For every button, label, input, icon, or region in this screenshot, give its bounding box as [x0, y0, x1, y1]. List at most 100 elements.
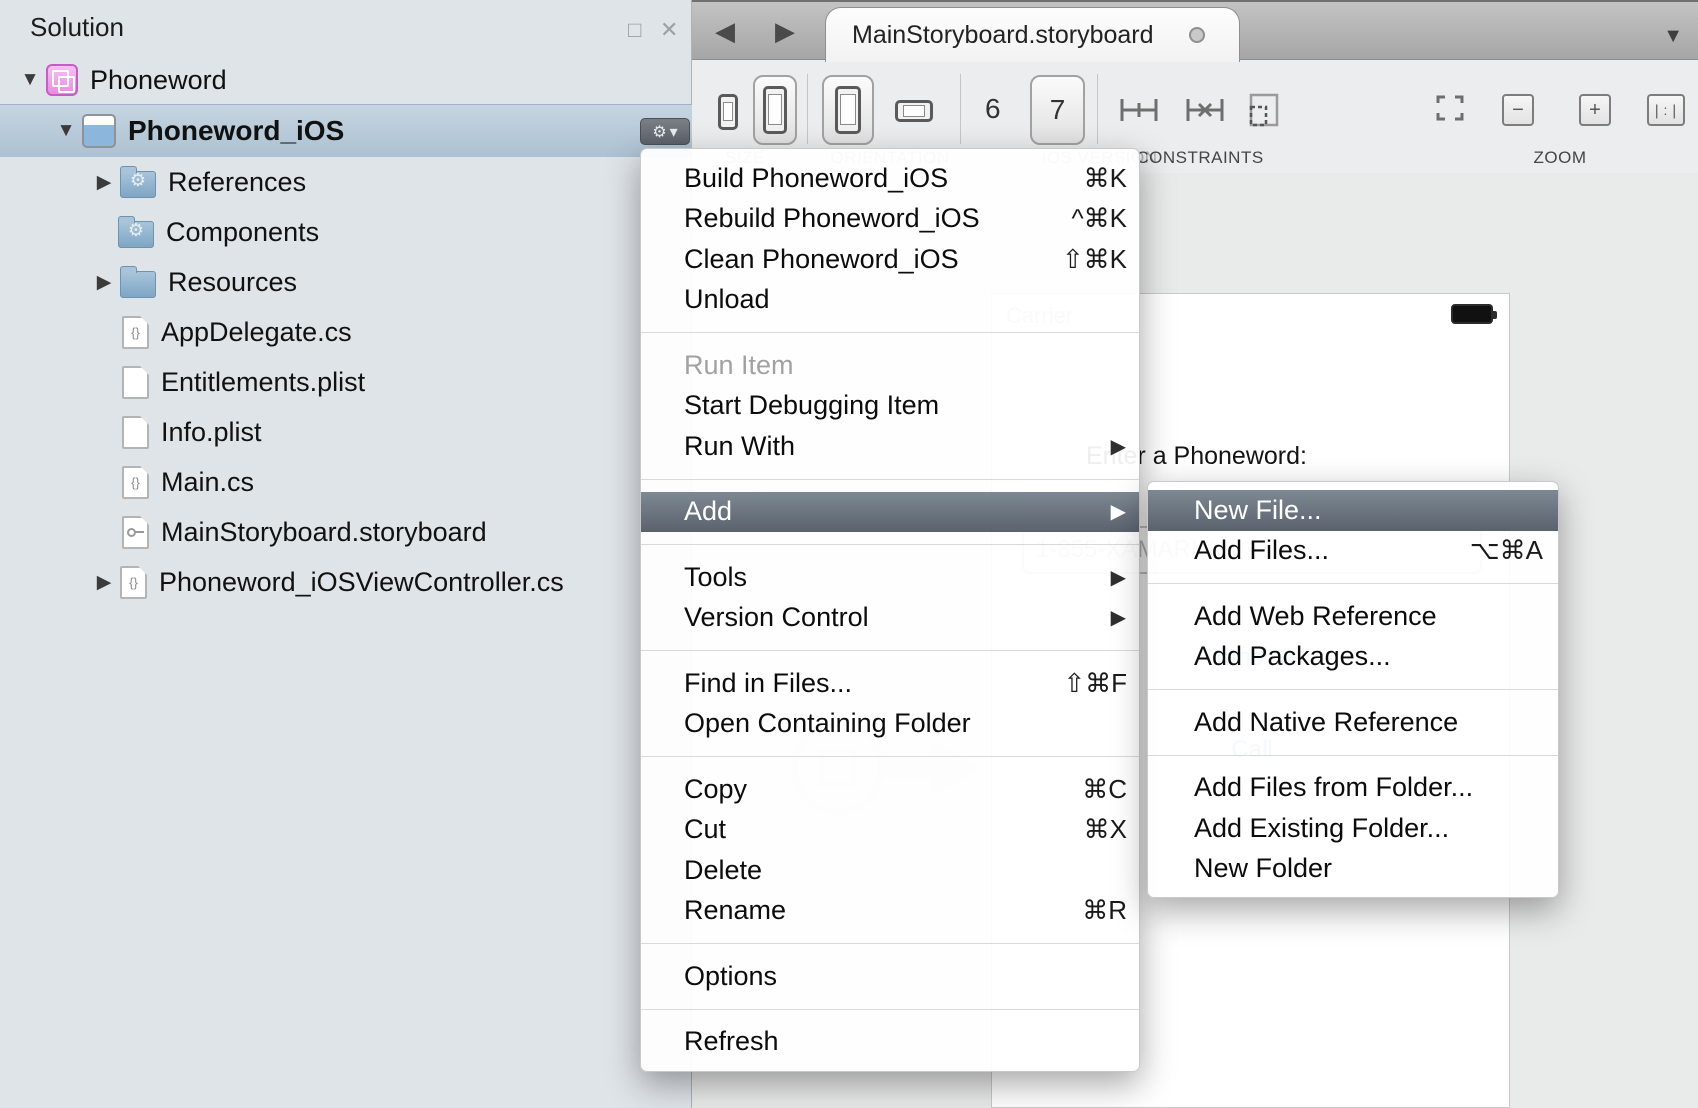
submenu-arrow-icon: ▶: [1111, 499, 1126, 524]
tree-item-appdelegate[interactable]: {} AppDelegate.cs: [0, 307, 692, 357]
orientation-landscape-button[interactable]: [895, 100, 933, 122]
orientation-portrait-button-selected[interactable]: [822, 75, 874, 145]
menu-item-label: Tools: [684, 562, 747, 593]
constraint-remove-button[interactable]: [1184, 96, 1226, 124]
expander-collapsed-icon[interactable]: ▶: [88, 171, 120, 194]
menu-item-label: Open Containing Folder: [684, 708, 971, 739]
menu-item-label: Find in Files...: [684, 668, 852, 699]
submenu-item-add-existing-folder[interactable]: Add Existing Folder...: [1148, 808, 1558, 849]
size-iphone35-button[interactable]: [718, 94, 738, 130]
menu-item-shortcut: ⇧⌘K: [1062, 244, 1127, 275]
iphone-icon: [763, 86, 787, 134]
submenu-item-new-file[interactable]: New File...: [1148, 490, 1558, 531]
menu-item-run-item: Run Item: [641, 345, 1139, 386]
tree-item-phoneword-ios-project[interactable]: ▼ Phoneword_iOS: [0, 104, 692, 157]
expander-expanded-icon[interactable]: ▼: [50, 120, 82, 142]
menu-separator: [641, 943, 1139, 944]
submenu-item-add-web-reference[interactable]: Add Web Reference: [1148, 596, 1558, 637]
pad-close-icon[interactable]: ✕: [660, 20, 678, 40]
menu-item-rebuild[interactable]: Rebuild Phoneword_iOS ^⌘K: [641, 199, 1139, 240]
tree-item-label: Info.plist: [161, 417, 262, 448]
tree-item-mainstoryboard[interactable]: MainStoryboard.storyboard: [0, 507, 692, 557]
menu-item-copy[interactable]: Copy ⌘C: [641, 769, 1139, 810]
menu-item-add[interactable]: Add ▶: [641, 492, 1139, 533]
expander-collapsed-icon[interactable]: ▶: [88, 571, 120, 594]
submenu-item-add-files-from-folder[interactable]: Add Files from Folder...: [1148, 768, 1558, 809]
menu-item-label: Run With: [684, 431, 795, 462]
menu-item-clean[interactable]: Clean Phoneword_iOS ⇧⌘K: [641, 239, 1139, 280]
submenu-item-add-native-reference[interactable]: Add Native Reference: [1148, 702, 1558, 743]
tree-item-label: Phoneword_iOS: [128, 115, 344, 147]
menu-item-shortcut: ^⌘K: [1071, 203, 1127, 234]
tab-list-dropdown-icon[interactable]: ▼: [1663, 25, 1683, 48]
menu-separator: [641, 332, 1139, 333]
tree-item-components[interactable]: ⚙ Components: [0, 207, 692, 257]
menu-item-open-containing-folder[interactable]: Open Containing Folder: [641, 704, 1139, 745]
references-folder-icon: ⚙: [120, 171, 156, 198]
menu-item-label: Rebuild Phoneword_iOS: [684, 203, 980, 234]
menu-item-label: Add Files...: [1194, 535, 1329, 566]
constraint-frame-button[interactable]: [1248, 92, 1280, 128]
menu-item-label: Start Debugging Item: [684, 390, 939, 421]
tree-item-resources[interactable]: ▶ Resources: [0, 257, 692, 307]
menu-item-unload[interactable]: Unload: [641, 280, 1139, 321]
zoom-out-button[interactable]: −: [1502, 94, 1534, 126]
menu-item-version-control[interactable]: Version Control ▶: [641, 598, 1139, 639]
ios-version-7-button-selected[interactable]: 7: [1030, 75, 1085, 145]
menu-item-label: Version Control: [684, 602, 869, 633]
tree-item-viewcontroller[interactable]: ▶ {} Phoneword_iOSViewController.cs: [0, 557, 692, 607]
constraint-width-button[interactable]: [1118, 96, 1160, 124]
menu-item-find-in-files[interactable]: Find in Files... ⇧⌘F: [641, 663, 1139, 704]
menu-item-options[interactable]: Options: [641, 956, 1139, 997]
project-options-gear-button[interactable]: ⚙▾: [640, 118, 690, 145]
menu-item-tools[interactable]: Tools ▶: [641, 557, 1139, 598]
submenu-item-add-packages[interactable]: Add Packages...: [1148, 637, 1558, 678]
expander-expanded-icon[interactable]: ▼: [14, 69, 46, 91]
menu-item-start-debugging-item[interactable]: Start Debugging Item: [641, 386, 1139, 427]
solution-pad: Solution □ ✕ ▼ Phoneword ▼ Phoneword_iOS…: [0, 0, 692, 1108]
submenu-item-new-folder[interactable]: New Folder: [1148, 849, 1558, 890]
submenu-item-add-files[interactable]: Add Files... ⌥⌘A: [1148, 531, 1558, 572]
ios-project-icon: [82, 114, 116, 148]
tree-item-label: Entitlements.plist: [161, 367, 365, 398]
navigate-back-icon[interactable]: ◀: [715, 16, 735, 47]
tree-item-infoplist[interactable]: Info.plist: [0, 407, 692, 457]
tree-item-maincs[interactable]: {} Main.cs: [0, 457, 692, 507]
menu-item-rename[interactable]: Rename ⌘R: [641, 891, 1139, 932]
menu-item-delete[interactable]: Delete: [641, 850, 1139, 891]
tab-close-indicator-icon[interactable]: [1189, 27, 1205, 43]
folder-icon: [120, 271, 156, 298]
navigate-forward-icon[interactable]: ▶: [775, 16, 795, 47]
menu-item-shortcut: ⌘K: [1084, 163, 1127, 194]
toolbar-separator: [1097, 74, 1098, 144]
menu-item-run-with[interactable]: Run With ▶: [641, 426, 1139, 467]
tree-item-label: MainStoryboard.storyboard: [161, 517, 487, 548]
expander-collapsed-icon[interactable]: ▶: [88, 271, 120, 294]
phone-screen: [768, 94, 782, 125]
tree-item-label: AppDelegate.cs: [161, 317, 352, 348]
plist-file-icon: [122, 366, 149, 399]
tree-item-entitlements[interactable]: Entitlements.plist: [0, 357, 692, 407]
tree-item-phoneword-solution[interactable]: ▼ Phoneword: [0, 55, 692, 105]
menu-item-label: Delete: [684, 855, 762, 886]
menu-item-refresh[interactable]: Refresh: [641, 1022, 1139, 1063]
pad-minimize-icon[interactable]: □: [628, 20, 641, 40]
tab-label: MainStoryboard.storyboard: [852, 21, 1154, 50]
phone-screen: [840, 94, 856, 125]
zoom-fit-button[interactable]: [1435, 94, 1467, 126]
add-submenu: New File... Add Files... ⌥⌘A Add Web Ref…: [1147, 481, 1559, 898]
menu-item-shortcut: ⌘R: [1082, 895, 1127, 926]
ios-version-6-button[interactable]: 6: [985, 93, 1001, 125]
menu-item-build[interactable]: Build Phoneword_iOS ⌘K: [641, 158, 1139, 199]
toolbar-label-zoom: ZOOM: [1534, 148, 1587, 168]
solution-icon: [46, 64, 78, 96]
size-iphone4-button-selected[interactable]: [753, 75, 797, 145]
menu-item-label: Unload: [684, 284, 770, 315]
zoom-in-button[interactable]: +: [1579, 94, 1611, 126]
tab-mainstoryboard[interactable]: MainStoryboard.storyboard: [825, 7, 1240, 62]
menu-item-cut[interactable]: Cut ⌘X: [641, 810, 1139, 851]
menu-separator: [1148, 689, 1558, 690]
tree-item-references[interactable]: ▶ ⚙ References: [0, 157, 692, 207]
editor-tab-bar: ◀ ▶ MainStoryboard.storyboard ▼: [692, 0, 1698, 60]
zoom-actual-size-button[interactable]: ❘:❘: [1647, 94, 1685, 126]
